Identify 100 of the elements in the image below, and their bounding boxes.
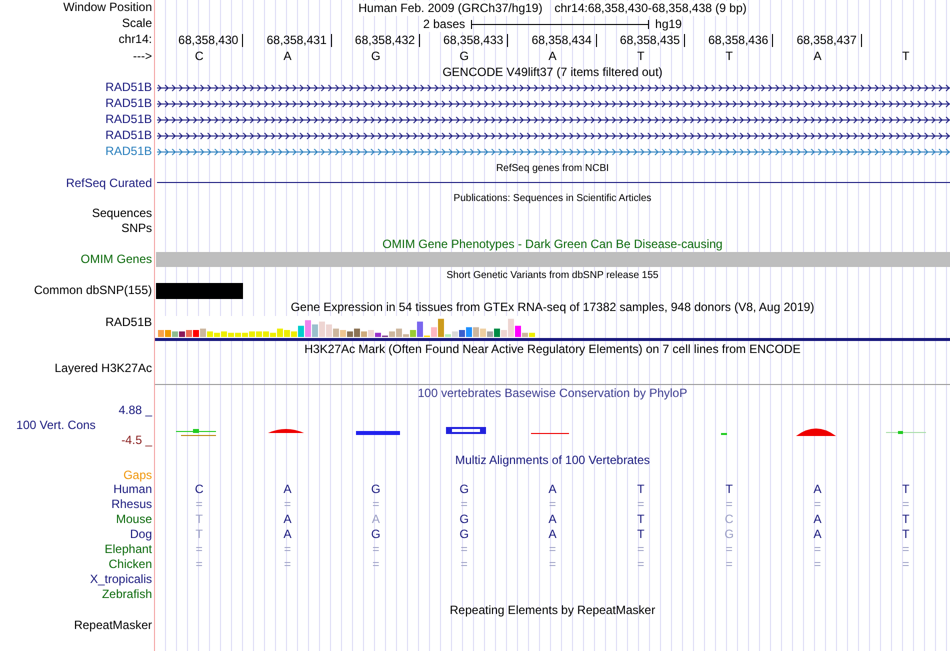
ruler-tick-label: 68,358,437	[796, 34, 862, 47]
base-letter: T	[637, 49, 644, 63]
aligned-base: =	[637, 497, 644, 511]
ruler-tick-label: 68,358,436	[708, 34, 774, 47]
aligned-base: G	[459, 482, 469, 496]
aligned-base: =	[460, 497, 468, 511]
aligned-base: =	[902, 542, 910, 556]
base-letter: T	[725, 49, 733, 63]
aligned-base: T	[902, 527, 910, 541]
species-label: Mouse	[116, 512, 152, 526]
base-letter: C	[194, 49, 204, 63]
aligned-base: A	[372, 512, 380, 526]
aligned-base: T	[725, 482, 733, 496]
track-title: RefSeq genes from NCBI	[496, 162, 609, 176]
gene-label[interactable]: RAD51B	[105, 96, 152, 110]
aligned-base: T	[637, 527, 644, 541]
aligned-base: =	[814, 542, 821, 556]
aligned-base: =	[548, 542, 556, 556]
aligned-base: G	[724, 527, 734, 541]
aligned-base: T	[902, 482, 910, 496]
aligned-base: A	[813, 512, 822, 526]
track-title: Multiz Alignments of 100 Vertebrates	[455, 452, 650, 468]
aligned-base: =	[372, 557, 380, 571]
aligned-base: =	[548, 497, 556, 511]
species-label: Elephant	[104, 542, 152, 556]
track-label: Scale	[122, 16, 152, 30]
track-label: Window Position	[63, 0, 152, 14]
aligned-base: G	[371, 527, 380, 541]
track-title: Repeating Elements by RepeatMasker	[450, 602, 656, 618]
track-title: GENCODE V49lift37 (7 items filtered out)	[442, 64, 663, 80]
position-range: chr14:68,358,430-68,358,438 (9 bp)	[554, 0, 747, 16]
aligned-base: T	[195, 527, 203, 541]
aligned-base: T	[902, 512, 910, 526]
track-label: OMIM Genes	[80, 252, 152, 266]
aligned-base: =	[637, 557, 644, 571]
aligned-base: A	[548, 512, 556, 526]
species-label: Chicken	[108, 557, 152, 571]
scale-span: 2 bases	[423, 16, 466, 32]
aligned-base: =	[196, 497, 203, 511]
gene-label[interactable]: RAD51B	[105, 112, 152, 126]
track-title: H3K27Ac Mark (Often Found Near Active Regulatory Elements) on 7 cell lines from ENCODE	[304, 342, 801, 356]
aligned-base: C	[724, 512, 734, 526]
aligned-base: =	[726, 497, 733, 511]
base-letter: G	[459, 49, 469, 63]
aligned-base: =	[726, 557, 733, 571]
base-letter: A	[813, 49, 822, 63]
track-title: 100 vertebrates Basewise Conservation by PhyloP	[418, 386, 688, 400]
aligned-base: =	[372, 542, 380, 556]
track-label: RAD51B	[105, 315, 152, 329]
base-letter: A	[283, 49, 292, 63]
aligned-base: =	[902, 497, 910, 511]
ruler-tick-label: 68,358,433	[443, 34, 508, 47]
gene-label[interactable]: RAD51B	[105, 80, 152, 94]
species-label: Human	[113, 482, 152, 496]
species-label: Zebrafish	[102, 587, 152, 601]
gene-label[interactable]: RAD51B	[105, 144, 152, 158]
aligned-base: A	[813, 482, 822, 496]
track-label: 100 Vert. Cons	[15, 418, 97, 433]
aligned-base: =	[548, 557, 556, 571]
aligned-base: G	[459, 512, 469, 526]
base-letter: A	[548, 49, 556, 63]
ruler-tick-label: 68,358,431	[266, 34, 332, 47]
aligned-base: =	[196, 542, 203, 556]
track-label: Common dbSNP(155)	[34, 283, 152, 297]
track-title: OMIM Gene Phenotypes - Dark Green Can Be Disease-causing	[382, 236, 723, 252]
track-title: Gene Expression in 54 tissues from GTEx RNA-seq of 17382 samples, 948 donors (V8, Aug 2019)	[290, 300, 814, 314]
base-letter: G	[371, 49, 380, 63]
expression-bars-drawing[interactable]	[157, 316, 537, 338]
track-label: Gaps	[123, 468, 152, 482]
track-label: Layered H3K27Ac	[54, 361, 152, 375]
aligned-base: =	[637, 542, 644, 556]
aligned-base: T	[195, 512, 203, 526]
aligned-base: A	[283, 482, 292, 496]
aligned-base: A	[548, 527, 556, 541]
track-label: SNPs	[121, 221, 152, 235]
aligned-base: A	[548, 482, 556, 496]
aligned-base: =	[284, 542, 291, 556]
gene-label[interactable]: RAD51B	[105, 128, 152, 142]
aligned-base: A	[283, 512, 292, 526]
ruler-tick-label: 68,358,430	[178, 34, 244, 47]
track-title: Short Genetic Variants from dbSNP release 155	[446, 268, 658, 282]
aligned-base: =	[460, 542, 468, 556]
axis-max-label: 4.88 _	[118, 403, 152, 418]
aligned-base: =	[902, 557, 910, 571]
scale-assembly: hg19	[655, 16, 682, 32]
aligned-base: G	[459, 527, 469, 541]
aligned-base: T	[637, 512, 644, 526]
aligned-base: =	[726, 542, 733, 556]
track-label: RepeatMasker	[74, 618, 152, 632]
ruler-tick-label: 68,358,432	[354, 34, 420, 47]
species-label: X_tropicalis	[90, 572, 152, 586]
track-label: RefSeq Curated	[66, 176, 152, 190]
aligned-base: =	[814, 557, 821, 571]
ruler-tick-label: 68,358,434	[532, 34, 597, 47]
aligned-base: =	[372, 497, 380, 511]
species-label: Dog	[130, 527, 152, 541]
aligned-base: =	[284, 497, 291, 511]
aligned-base: A	[283, 527, 292, 541]
track-title: Publications: Sequences in Scientific Articles	[454, 192, 652, 206]
aligned-base: =	[460, 557, 468, 571]
